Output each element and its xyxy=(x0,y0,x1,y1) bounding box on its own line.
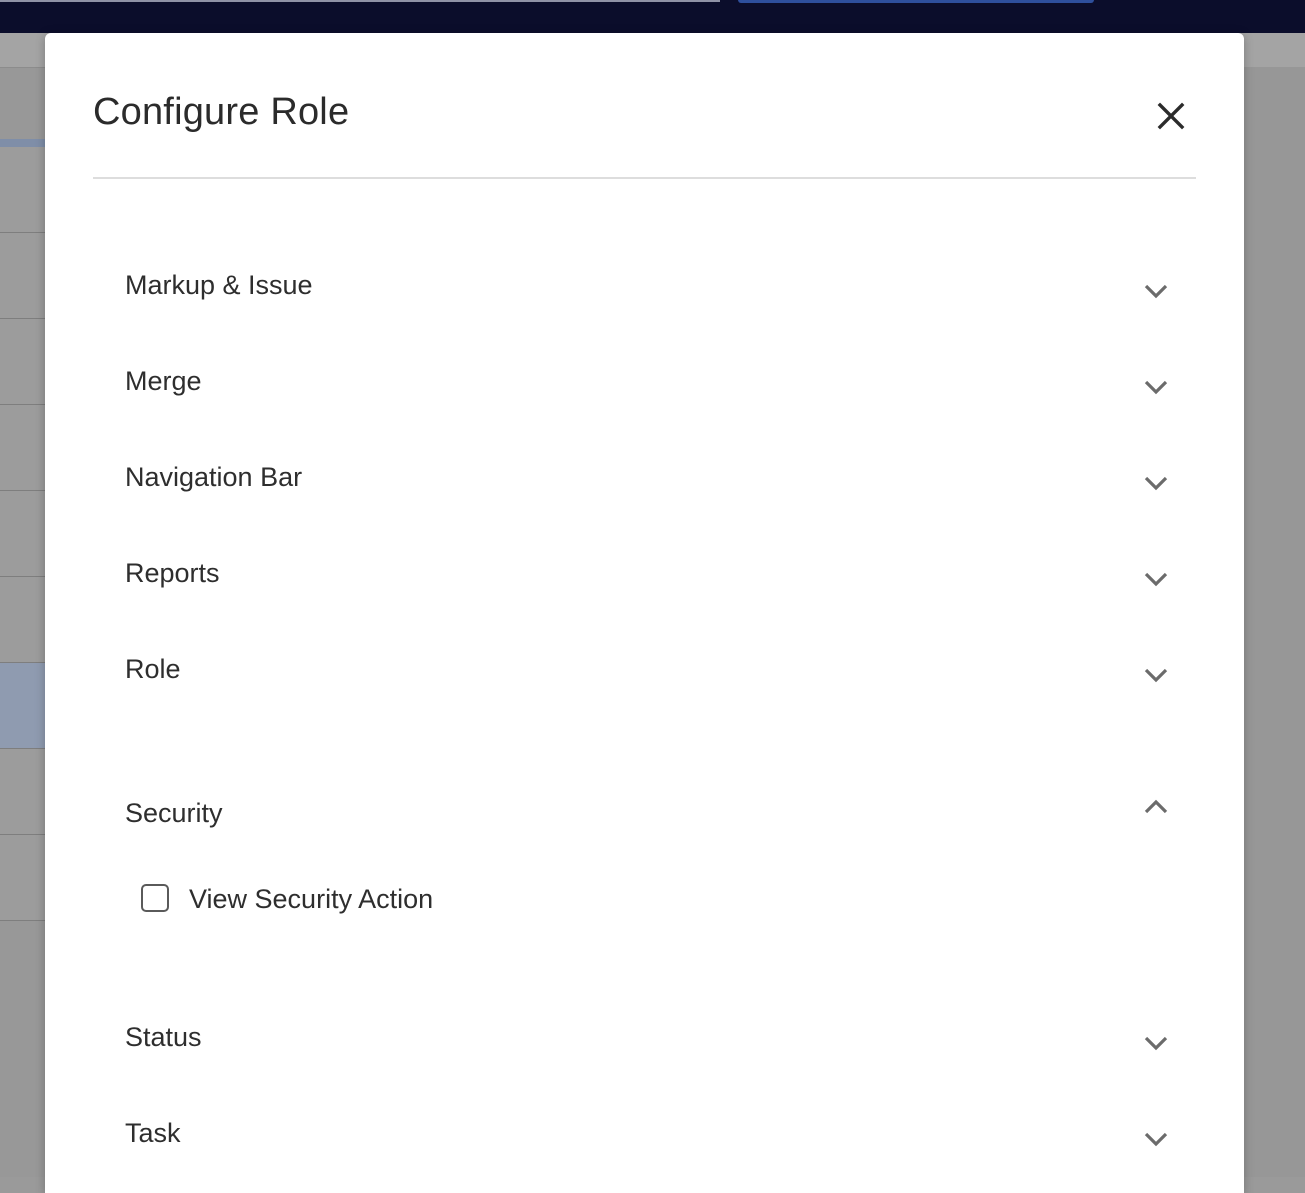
chevron-down-icon[interactable] xyxy=(1141,1028,1171,1058)
section-status[interactable]: Status xyxy=(125,1008,1185,1068)
section-markup-issue[interactable]: Markup & Issue xyxy=(125,256,1185,316)
section-reports[interactable]: Reports xyxy=(125,544,1185,604)
chevron-down-icon[interactable] xyxy=(1141,372,1171,402)
section-navigation-bar[interactable]: Navigation Bar xyxy=(125,448,1185,508)
chevron-down-icon[interactable] xyxy=(1141,276,1171,306)
close-button[interactable] xyxy=(1150,95,1192,137)
section-security[interactable]: Security xyxy=(125,784,1185,844)
section-label: Markup & Issue xyxy=(125,270,313,300)
search-input-underline xyxy=(0,0,720,2)
section-label: Security xyxy=(125,798,223,828)
chevron-down-icon[interactable] xyxy=(1141,1124,1171,1154)
background-accent xyxy=(0,139,46,147)
option-view-security-action[interactable]: View Security Action xyxy=(141,876,741,916)
option-label: View Security Action xyxy=(189,884,434,914)
background-table-row xyxy=(0,835,46,921)
background-right-panel xyxy=(1244,67,1305,1177)
background-table-row xyxy=(0,319,46,405)
section-merge[interactable]: Merge xyxy=(125,352,1185,412)
chevron-up-icon[interactable] xyxy=(1141,792,1171,822)
section-task[interactable]: Task xyxy=(125,1104,1185,1164)
title-divider xyxy=(93,177,1196,179)
chevron-down-icon[interactable] xyxy=(1141,660,1171,690)
background-table-row xyxy=(0,147,46,233)
section-label: Reports xyxy=(125,558,220,588)
background-table-row xyxy=(0,405,46,491)
section-label: Task xyxy=(125,1118,181,1148)
section-label: Status xyxy=(125,1022,202,1052)
section-label: Role xyxy=(125,654,181,684)
background-table-row xyxy=(0,577,46,663)
chevron-down-icon[interactable] xyxy=(1141,468,1171,498)
top-bar-button xyxy=(738,0,1094,3)
view-security-action-checkbox[interactable] xyxy=(141,884,169,912)
app-top-bar xyxy=(0,0,1305,33)
background-table-row xyxy=(0,491,46,577)
section-role[interactable]: Role xyxy=(125,640,1185,700)
close-icon xyxy=(1157,102,1185,130)
chevron-down-icon[interactable] xyxy=(1141,564,1171,594)
background-table-row-selected xyxy=(0,663,46,749)
background-table-row xyxy=(0,749,46,835)
configure-role-dialog: Configure Role Markup & Issue Merge Navi… xyxy=(45,33,1244,1193)
section-label: Merge xyxy=(125,366,202,396)
dialog-title: Configure Role xyxy=(93,91,350,133)
background-table-row xyxy=(0,233,46,319)
section-label: Navigation Bar xyxy=(125,462,303,492)
